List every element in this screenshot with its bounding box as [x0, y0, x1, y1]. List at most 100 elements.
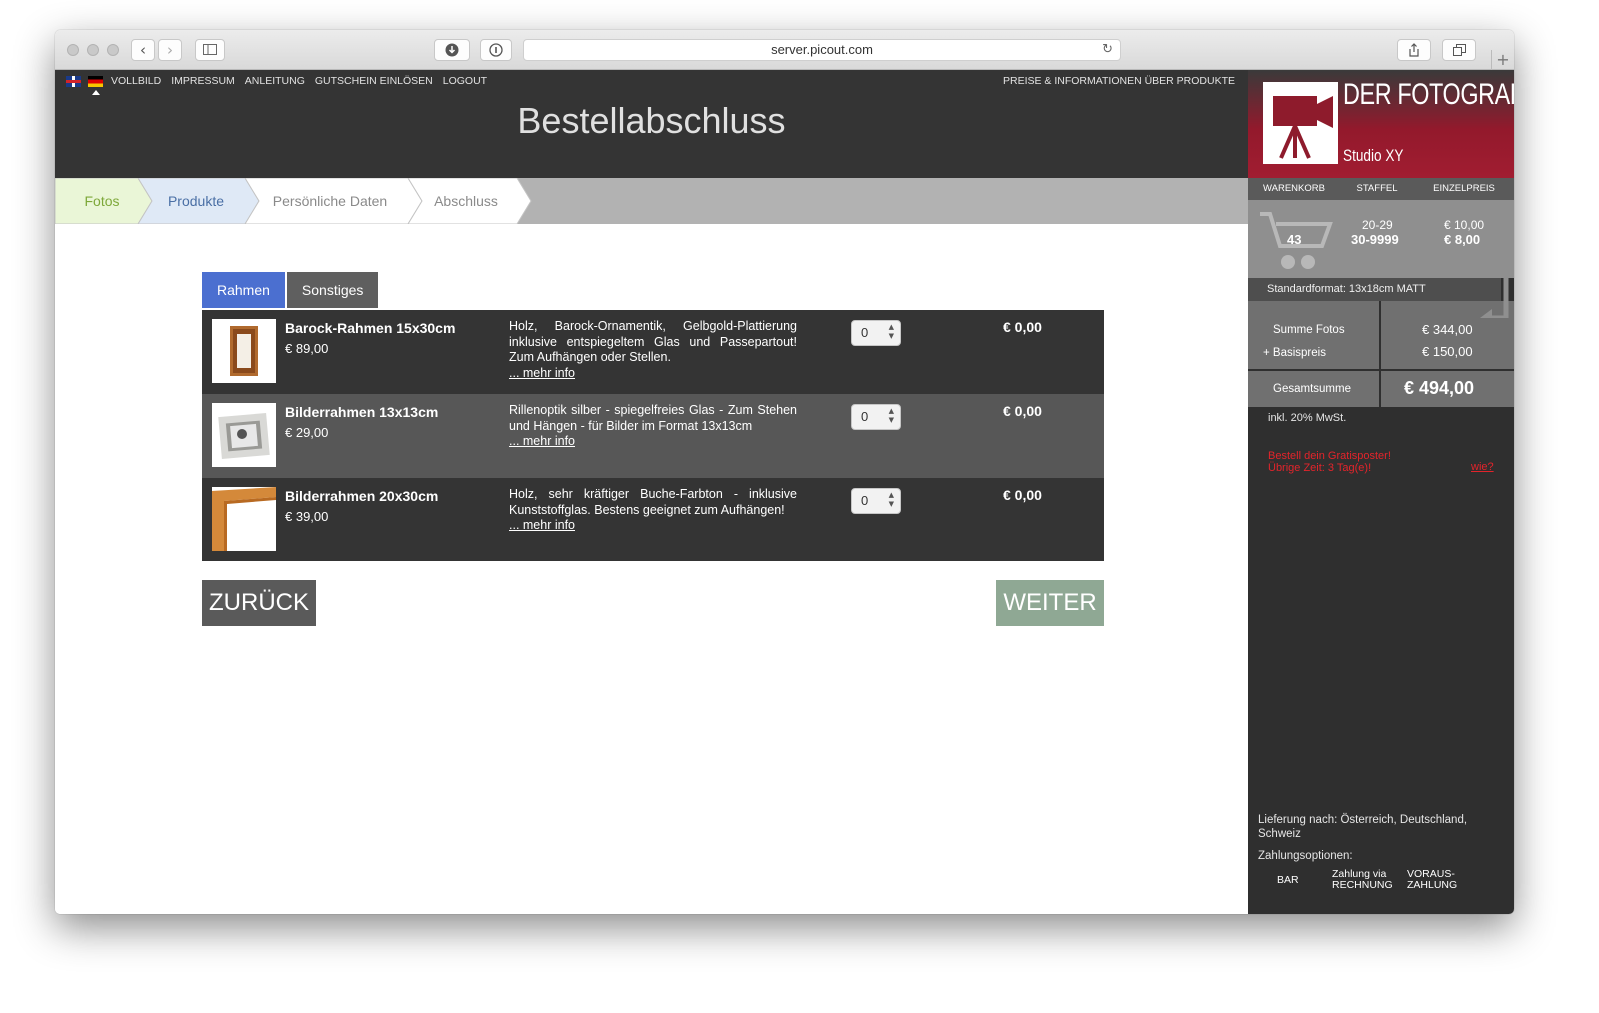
quantity-value: 0 — [861, 325, 869, 340]
product-name: Bilderrahmen 20x30cm — [285, 488, 439, 504]
download-icon — [445, 43, 459, 57]
product-row: Barock-Rahmen 15x30cm € 89,00 Holz, Baro… — [202, 310, 1104, 394]
nav-gutschein[interactable]: GUTSCHEIN EINLÖSEN — [315, 75, 433, 87]
product-name: Bilderrahmen 13x13cm — [285, 404, 439, 420]
zoom-window-button[interactable] — [107, 44, 119, 56]
col-warenkorb: WARENKORB — [1248, 178, 1340, 200]
brand-name: DER FOTOGRAF — [1343, 78, 1514, 111]
product-price: € 29,00 — [285, 425, 329, 440]
studio-name: Studio XY — [1343, 146, 1404, 165]
base-price-value: € 150,00 — [1422, 344, 1473, 359]
main-area: VOLLBILD IMPRESSUM ANLEITUNG GUTSCHEIN E… — [55, 70, 1248, 914]
nav-logout[interactable]: LOGOUT — [443, 75, 487, 87]
product-total: € 0,00 — [1003, 319, 1042, 335]
reload-icon[interactable]: ↻ — [1102, 40, 1113, 60]
frame-image — [218, 412, 270, 460]
more-info-link[interactable]: ... mehr info — [509, 366, 797, 382]
sidebar-toggle-button[interactable] — [195, 39, 225, 61]
col-staffel: STAFFEL — [1342, 178, 1412, 200]
col-einzelpreis: EINZELPREIS — [1414, 178, 1514, 200]
sidebar-column-headers: WARENKORB STAFFEL EINZELPREIS — [1248, 178, 1514, 200]
next-button[interactable]: WEITER — [996, 580, 1104, 626]
sidebar-icon — [203, 44, 217, 55]
plus-icon: + — [1496, 50, 1510, 69]
stepper-arrows-icon[interactable]: ▲ ▼ — [889, 323, 894, 341]
nav-impressum[interactable]: IMPRESSUM — [171, 75, 235, 87]
camera-logo-icon — [1263, 82, 1338, 164]
payment-options-label: Zahlungsoptionen: — [1258, 850, 1353, 862]
downloads-button[interactable] — [434, 39, 470, 61]
nav-vollbild[interactable]: VOLLBILD — [111, 75, 161, 87]
product-tabs: Rahmen Sonstiges — [202, 272, 379, 308]
forward-nav-button[interactable]: › — [158, 39, 182, 61]
step-abschluss[interactable]: Abschluss — [421, 178, 511, 224]
grand-total-label: Gesamtsumme — [1273, 383, 1351, 395]
german-flag-icon[interactable] — [88, 76, 103, 87]
grand-total-row: Gesamtsumme € 494,00 — [1248, 371, 1514, 407]
back-nav-button[interactable]: ‹ — [131, 39, 155, 61]
cart-summary: 43 20-29 € 10,00 30-9999 € 8,00 — [1248, 200, 1514, 278]
uk-flag-icon[interactable] — [66, 76, 81, 87]
share-icon — [1409, 43, 1419, 57]
tabs-overview-button[interactable] — [1442, 39, 1476, 61]
description-text: Rillenoptik silber - spiegelfreies Glas … — [509, 403, 797, 433]
minimize-window-button[interactable] — [87, 44, 99, 56]
quantity-value: 0 — [861, 409, 869, 424]
step-fotos[interactable]: Fotos — [55, 178, 149, 224]
tab-rahmen[interactable]: Rahmen — [202, 272, 285, 308]
nav-anleitung[interactable]: ANLEITUNG — [245, 75, 305, 87]
step-produkte[interactable]: Produkte — [149, 178, 243, 224]
prices-info-link[interactable]: PREISE & INFORMATIONEN ÜBER PRODUKTE — [1003, 75, 1235, 87]
product-description: Holz, sehr kräftiger Buche-Farbton - ink… — [509, 487, 797, 534]
vat-note: inkl. 20% MwSt. — [1268, 412, 1347, 424]
quantity-stepper[interactable]: 0 ▲ ▼ — [851, 320, 901, 346]
tier-price-active: € 8,00 — [1444, 232, 1481, 247]
page: VOLLBILD IMPRESSUM ANLEITUNG GUTSCHEIN E… — [55, 70, 1514, 914]
product-price: € 39,00 — [285, 509, 329, 524]
promo-how-link[interactable]: wie? — [1471, 461, 1494, 473]
cart-count: 43 — [1287, 232, 1302, 247]
product-description: Rillenoptik silber - spiegelfreies Glas … — [509, 403, 797, 450]
product-total: € 0,00 — [1003, 403, 1042, 419]
close-window-button[interactable] — [67, 44, 79, 56]
quantity-value: 0 — [861, 493, 869, 508]
quantity-stepper[interactable]: 0 ▲ ▼ — [851, 404, 901, 430]
new-tab-button[interactable]: + — [1491, 50, 1514, 70]
address-bar[interactable]: server.picout.com ↻ — [523, 39, 1121, 61]
grand-total-value: € 494,00 — [1404, 378, 1475, 398]
top-nav: VOLLBILD IMPRESSUM ANLEITUNG GUTSCHEIN E… — [111, 75, 487, 87]
promo-line-2: Übrige Zeit: 3 Tag(e)! — [1268, 462, 1372, 474]
product-thumbnail[interactable] — [212, 319, 276, 383]
product-table: Barock-Rahmen 15x30cm € 89,00 Holz, Baro… — [202, 310, 1104, 561]
product-name: Barock-Rahmen 15x30cm — [285, 320, 456, 336]
tier-range-active: 30-9999 — [1351, 232, 1399, 247]
more-info-link[interactable]: ... mehr info — [509, 518, 797, 534]
tabs-icon — [1452, 44, 1466, 56]
payment-bar: BAR — [1277, 874, 1299, 886]
stepper-arrows-icon[interactable]: ▲ ▼ — [889, 491, 894, 509]
share-button[interactable] — [1397, 39, 1431, 61]
checkout-steps: Fotos Produkte Persönliche Daten Abschlu… — [55, 178, 1248, 224]
brand-header: DER FOTOGRAF Studio XY — [1248, 70, 1514, 178]
step-persoenliche-daten[interactable]: Persönliche Daten — [255, 178, 405, 224]
product-price: € 89,00 — [285, 341, 329, 356]
description-text: Holz, sehr kräftiger Buche-Farbton - ink… — [509, 487, 797, 517]
promo-line-1: Bestell dein Gratisposter! — [1268, 450, 1391, 462]
sum-box: Summe Fotos € 344,00 + Basispreis € 150,… — [1248, 301, 1514, 369]
tab-sonstiges[interactable]: Sonstiges — [286, 272, 379, 308]
description-text: Holz, Barock-Ornamentik, Gelbgold-Platti… — [509, 319, 797, 365]
product-row: Bilderrahmen 20x30cm € 39,00 Holz, sehr … — [202, 478, 1104, 562]
stepper-arrows-icon[interactable]: ▲ ▼ — [889, 407, 894, 425]
quantity-stepper[interactable]: 0 ▲ ▼ — [851, 488, 901, 514]
info-button[interactable] — [480, 39, 512, 61]
more-info-link[interactable]: ... mehr info — [509, 434, 797, 450]
browser-toolbar: ‹ › server.picout.com ↻ + — [55, 30, 1514, 70]
product-total: € 0,00 — [1003, 487, 1042, 503]
chevron-left-icon: ‹ — [140, 41, 146, 59]
back-button[interactable]: ZURÜCK — [202, 580, 316, 626]
product-thumbnail[interactable] — [212, 403, 276, 467]
payment-prepayment: VORAUS- ZAHLUNG — [1407, 868, 1458, 891]
order-sidebar: DER FOTOGRAF Studio XY WARENKORB STAFFEL… — [1248, 70, 1514, 914]
arrow-to-sum-icon — [1480, 238, 1509, 318]
product-thumbnail[interactable] — [212, 487, 276, 551]
